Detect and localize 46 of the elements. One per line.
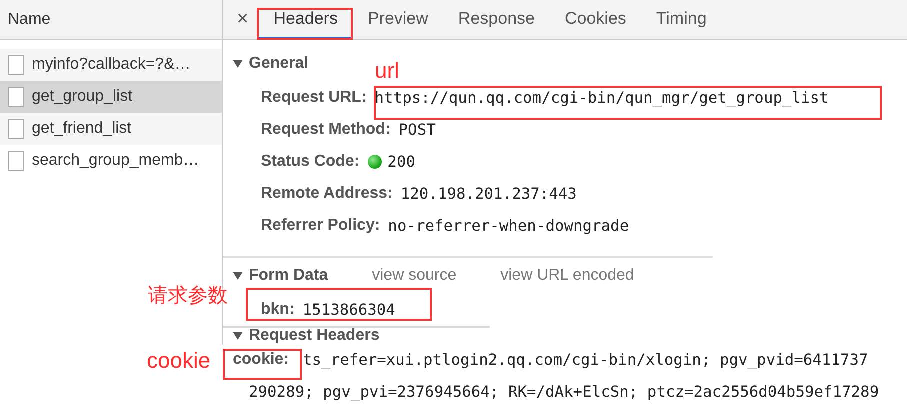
section-title: Form Data (249, 267, 328, 285)
request-name: search_group_memb… (32, 152, 200, 170)
file-icon (8, 151, 24, 171)
field-label: Request URL: (261, 89, 367, 107)
section-title: General (249, 55, 309, 73)
request-name: myinfo?callback=?&… (32, 56, 191, 74)
request-row[interactable]: search_group_memb… (0, 145, 222, 177)
annotation-label: url (375, 60, 400, 82)
link[interactable]: view URL encoded (500, 267, 634, 285)
field-label: cookie: (233, 351, 290, 369)
file-icon (8, 119, 24, 139)
request-name: get_group_list (32, 88, 133, 106)
section-title: Request Headers (249, 327, 380, 345)
tab[interactable]: Timing (641, 0, 722, 40)
tab[interactable]: Cookies (550, 0, 642, 40)
field-value: 120.198.201.237:443 (400, 185, 577, 203)
caret-icon[interactable] (233, 60, 243, 68)
tab[interactable]: Headers (258, 0, 353, 40)
caret-icon[interactable] (233, 332, 243, 340)
field-value: 1513866304 (302, 301, 396, 319)
annotation-label: cookie (147, 350, 211, 372)
annotation-label: 请求参数 (148, 286, 228, 306)
field-value: no-referrer-when-downgrade (388, 217, 630, 235)
request-row[interactable]: get_friend_list (0, 113, 222, 145)
file-icon (8, 55, 24, 75)
field-value: https://qun.qq.com/cgi-bin/qun_mgr/get_group_list (374, 89, 829, 107)
link[interactable]: view source (372, 267, 457, 285)
column-title: Name (8, 10, 51, 28)
file-icon (8, 87, 24, 107)
request-name: get_friend_list (32, 120, 132, 138)
caret-icon[interactable] (233, 272, 243, 280)
field-value: 290289; pgv_pvi=2376945664; RK=/dAk+ElcSn; ptcz=2ac2556d04b59ef17289 (249, 383, 880, 401)
request-row[interactable]: get_group_list (0, 81, 222, 113)
tab[interactable]: Response (443, 0, 550, 40)
status-icon (368, 155, 382, 169)
tab[interactable]: Preview (352, 0, 444, 40)
field-value: POST (398, 121, 436, 139)
close-button[interactable]: × (237, 0, 259, 39)
field-label: bkn: (261, 301, 295, 319)
field-label: Referrer Policy: (261, 217, 380, 235)
field-value: ts_refer=xui.ptlogin2.qq.com/cgi-bin/xlogin; pgv_pvid=6411737 (303, 351, 868, 369)
field-label: Request Method: (261, 121, 391, 139)
request-row[interactable]: myinfo?callback=?&… (0, 49, 222, 81)
field-label: Status Code: (261, 153, 360, 171)
field-value: 200 (388, 153, 416, 171)
field-label: Remote Address: (261, 185, 393, 203)
